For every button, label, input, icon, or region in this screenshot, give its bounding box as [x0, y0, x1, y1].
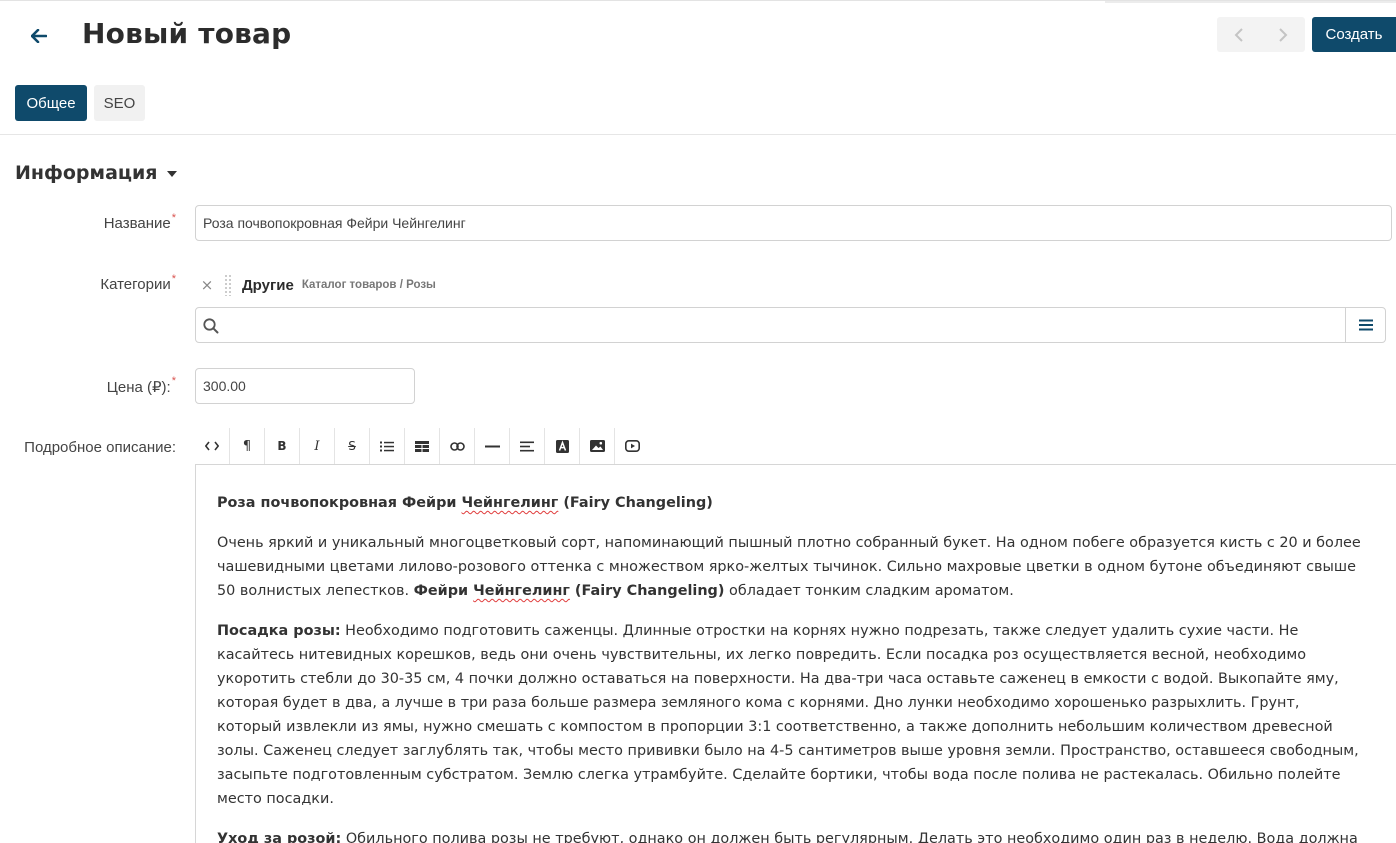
search-icon — [203, 318, 219, 334]
section-toggle[interactable]: Информация — [15, 162, 178, 184]
code-view-button[interactable] — [195, 428, 230, 464]
paragraph-icon: ¶ — [242, 438, 252, 454]
editor-paragraph: Посадка розы: Необходимо подготовить саж… — [217, 623, 1359, 807]
category-name: Другие — [242, 276, 294, 294]
selected-category: × Другие Каталог товаров / Розы — [196, 272, 436, 298]
chevron-right-icon — [1279, 27, 1288, 42]
drag-handle-icon[interactable] — [224, 274, 232, 296]
create-button[interactable]: Создать — [1312, 17, 1396, 52]
category-search — [195, 307, 1386, 343]
category-search-input[interactable] — [226, 309, 1336, 341]
menu-icon — [1358, 319, 1373, 331]
bullet-list-button[interactable] — [370, 428, 405, 464]
link-icon — [449, 441, 465, 451]
unordered-list-icon — [380, 441, 394, 451]
horizontal-rule-button[interactable] — [475, 428, 510, 464]
description-editor[interactable]: Роза почвопокровная Фейри Чейнгелинг (Fa… — [195, 465, 1396, 843]
tab-bar: Общее SEO — [15, 85, 145, 121]
italic-icon: I — [314, 438, 320, 454]
code-icon — [205, 441, 219, 451]
image-button[interactable] — [580, 428, 615, 464]
link-button[interactable] — [440, 428, 475, 464]
name-label: Название* — [103, 212, 176, 232]
editor-toolbar: ¶ B I S — [195, 428, 1396, 465]
price-label: Цена (₽):* — [106, 375, 176, 396]
chevron-left-icon — [1234, 27, 1243, 42]
back-button[interactable] — [22, 22, 56, 50]
align-icon — [520, 441, 534, 451]
bold-icon: B — [277, 439, 287, 453]
description-label: Подробное описание: — [24, 439, 176, 456]
table-button[interactable] — [405, 428, 440, 464]
tab-general[interactable]: Общее — [15, 85, 87, 121]
editor-paragraph: Уход за розой: Обильного полива розы не … — [217, 831, 1358, 843]
caret-down-icon — [167, 171, 178, 177]
align-button[interactable] — [510, 428, 545, 464]
prev-record-button[interactable] — [1217, 17, 1261, 52]
page-title: Новый товар — [82, 17, 292, 50]
name-input[interactable]: Роза почвопокровная Фейри Чейнгелинг — [195, 205, 1392, 241]
editor-paragraph: Очень яркий и уникальный многоцветковый … — [217, 535, 1361, 599]
horizontal-rule-icon — [484, 445, 500, 447]
categories-label: Категории* — [100, 273, 176, 293]
font-color-button[interactable] — [545, 428, 580, 464]
video-icon — [625, 440, 640, 452]
strikethrough-button[interactable]: S — [335, 428, 370, 464]
required-mark: * — [171, 273, 176, 285]
category-path: Каталог товаров / Розы — [301, 279, 436, 291]
editor-content: Роза почвопокровная Фейри Чейнгелинг (Fa… — [196, 465, 1386, 843]
page-header: Новый товар Создать — [0, 8, 1396, 66]
video-button[interactable] — [615, 428, 650, 464]
category-list-button[interactable] — [1345, 308, 1385, 342]
bold-button[interactable]: B — [265, 428, 300, 464]
next-record-button[interactable] — [1261, 17, 1305, 52]
price-input[interactable]: 300.00 — [195, 368, 415, 404]
tab-seo[interactable]: SEO — [94, 85, 145, 121]
italic-button[interactable]: I — [300, 428, 335, 464]
remove-category-icon[interactable]: × — [196, 276, 218, 294]
paragraph-button[interactable]: ¶ — [230, 428, 265, 464]
editor-heading: Роза почвопокровная Фейри Чейнгелинг (Fa… — [217, 495, 713, 511]
font-color-icon — [555, 439, 569, 453]
top-border — [0, 0, 1396, 6]
strikethrough-icon: S — [348, 439, 356, 453]
required-mark: * — [171, 212, 176, 224]
table-icon — [415, 440, 429, 452]
required-mark: * — [171, 375, 176, 387]
record-navigation — [1217, 17, 1305, 52]
arrow-left-icon — [31, 29, 47, 43]
divider — [0, 134, 1396, 135]
section-title: Информация — [15, 162, 158, 184]
image-icon — [589, 440, 605, 452]
